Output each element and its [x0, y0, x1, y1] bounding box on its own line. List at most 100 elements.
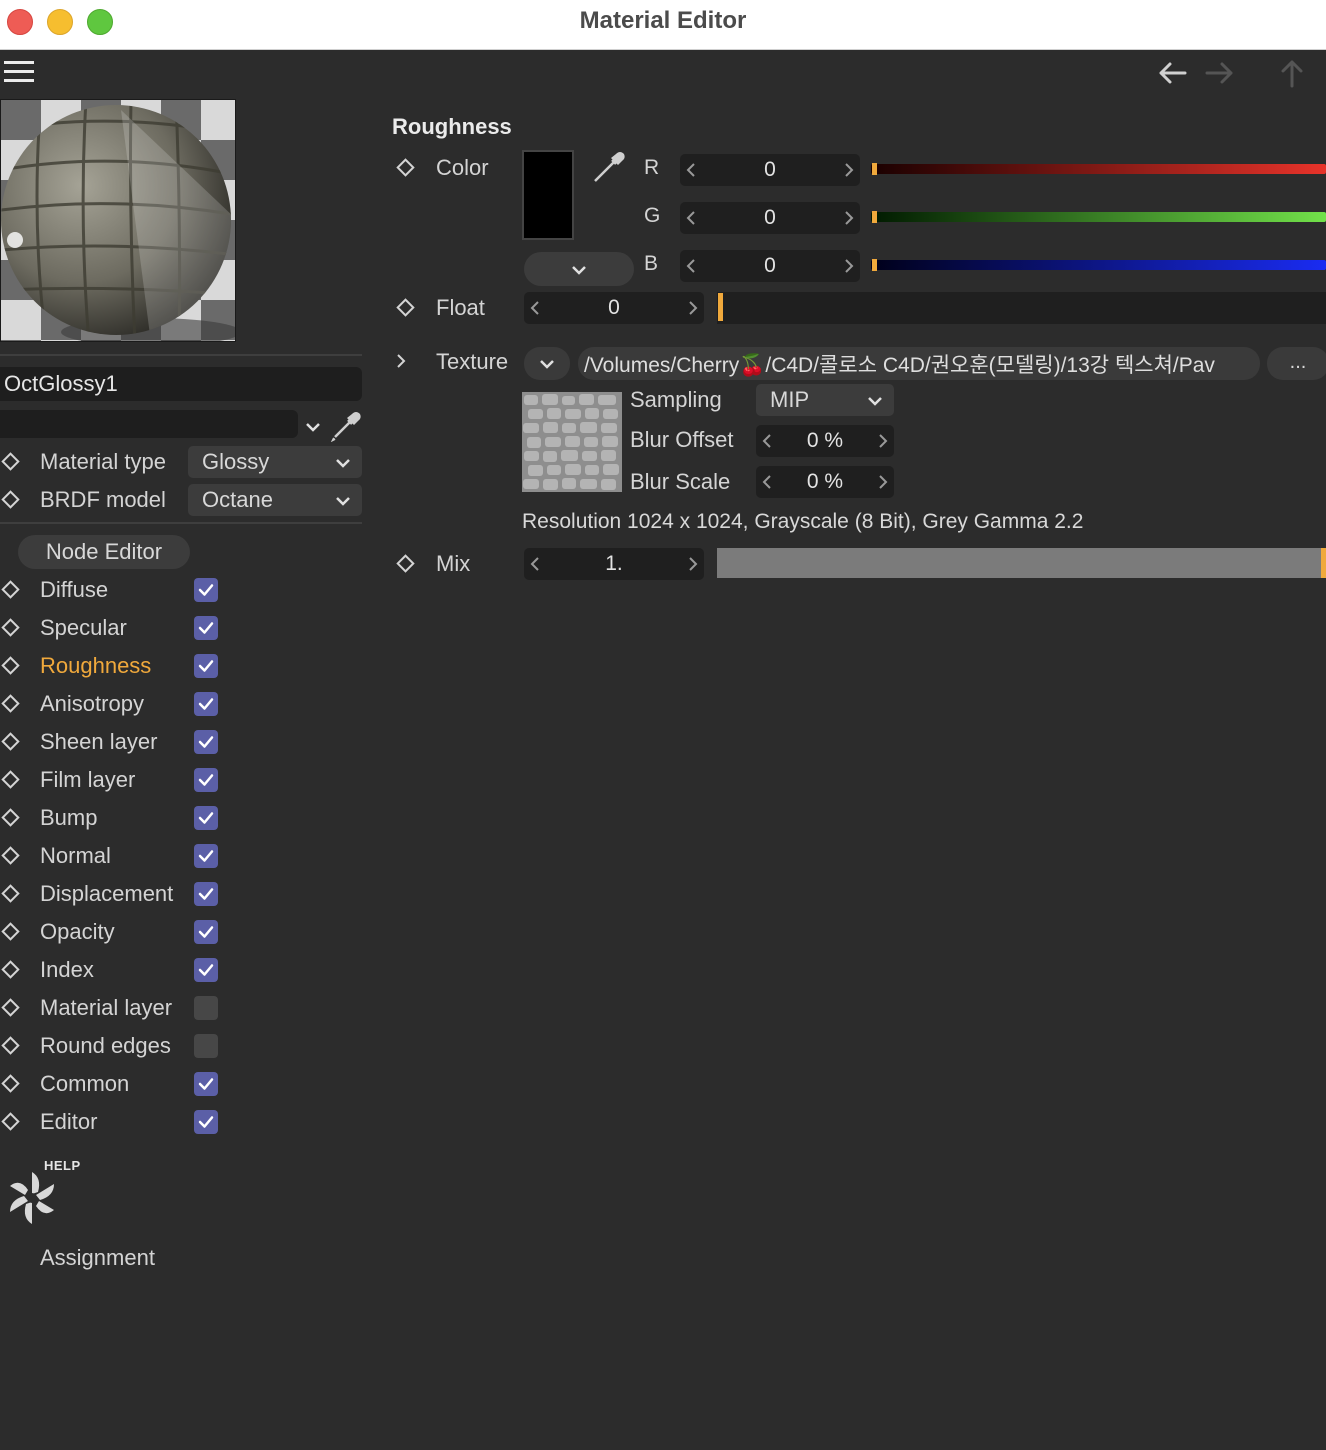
texture-path-field[interactable]: /Volumes/Cherry🍒/C4D/콜로소 C4D/권오훈(모델링)/13… [578, 347, 1260, 380]
channel-item-anisotropy[interactable]: Anisotropy [40, 691, 144, 717]
r-slider-knob[interactable] [872, 163, 877, 175]
channel-checkbox-material-layer[interactable] [194, 996, 218, 1020]
channel-checkbox-index[interactable] [194, 958, 218, 982]
keyframe-diamond-icon[interactable] [396, 554, 415, 573]
chevron-left-icon[interactable] [684, 202, 698, 234]
mix-value-field[interactable]: 1. [524, 548, 704, 580]
channel-item-opacity[interactable]: Opacity [40, 919, 115, 945]
chevron-left-icon[interactable] [760, 466, 774, 498]
chevron-right-icon[interactable] [842, 250, 856, 282]
chevron-right-icon[interactable] [392, 352, 410, 370]
material-preview[interactable] [0, 99, 236, 342]
channel-checkbox-diffuse[interactable] [194, 578, 218, 602]
keyframe-diamond-icon[interactable] [1, 846, 20, 865]
up-arrow-icon[interactable] [1275, 56, 1309, 90]
channel-checkbox-round-edges[interactable] [194, 1034, 218, 1058]
g-value-field[interactable]: 0 [680, 202, 860, 234]
keyframe-diamond-icon[interactable] [1, 1074, 20, 1093]
keyframe-diamond-icon[interactable] [1, 656, 20, 675]
texture-dropdown[interactable] [524, 347, 570, 380]
material-type-dropdown[interactable]: Glossy [188, 446, 362, 478]
chevron-left-icon[interactable] [684, 250, 698, 282]
keyframe-diamond-icon[interactable] [1, 580, 20, 599]
keyframe-diamond-icon[interactable] [1, 770, 20, 789]
keyframe-diamond-icon[interactable] [1, 884, 20, 903]
channel-checkbox-anisotropy[interactable] [194, 692, 218, 716]
chevron-left-icon[interactable] [760, 425, 774, 457]
back-arrow-icon[interactable] [1155, 56, 1189, 90]
channel-checkbox-normal[interactable] [194, 844, 218, 868]
keyframe-diamond-icon[interactable] [1, 808, 20, 827]
channel-item-normal[interactable]: Normal [40, 843, 111, 869]
chevron-right-icon[interactable] [842, 154, 856, 186]
channel-checkbox-roughness[interactable] [194, 654, 218, 678]
keyframe-diamond-icon[interactable] [1, 998, 20, 1017]
channel-item-film-layer[interactable]: Film layer [40, 767, 135, 793]
chevron-right-icon[interactable] [876, 425, 890, 457]
keyframe-diamond-icon[interactable] [396, 298, 415, 317]
help-label[interactable]: HELP [44, 1158, 81, 1173]
channel-item-displacement[interactable]: Displacement [40, 881, 173, 907]
keyframe-diamond-icon[interactable] [1, 732, 20, 751]
channel-item-round-edges[interactable]: Round edges [40, 1033, 171, 1059]
texture-thumbnail[interactable] [522, 392, 622, 492]
chevron-right-icon[interactable] [876, 466, 890, 498]
channel-checkbox-opacity[interactable] [194, 920, 218, 944]
channel-checkbox-sheen-layer[interactable] [194, 730, 218, 754]
channel-checkbox-common[interactable] [194, 1072, 218, 1096]
chevron-down-icon[interactable] [304, 418, 322, 436]
channel-checkbox-specular[interactable] [194, 616, 218, 640]
channel-checkbox-bump[interactable] [194, 806, 218, 830]
node-editor-button[interactable]: Node Editor [18, 535, 190, 569]
channel-checkbox-editor[interactable] [194, 1110, 218, 1134]
color-mode-dropdown[interactable] [524, 252, 634, 286]
float-slider[interactable] [717, 292, 1326, 324]
forward-arrow-icon[interactable] [1203, 56, 1237, 90]
keyframe-diamond-icon[interactable] [1, 618, 20, 637]
channel-item-bump[interactable]: Bump [40, 805, 97, 831]
keyframe-diamond-icon[interactable] [1, 960, 20, 979]
mix-slider-knob[interactable] [1321, 548, 1326, 578]
channel-item-common[interactable]: Common [40, 1071, 129, 1097]
chevron-left-icon[interactable] [528, 292, 542, 324]
assignment-tab[interactable]: Assignment [40, 1245, 155, 1271]
keyframe-diamond-icon[interactable] [1, 490, 20, 509]
keyframe-diamond-icon[interactable] [1, 922, 20, 941]
b-slider[interactable] [871, 260, 1326, 270]
channel-item-roughness[interactable]: Roughness [40, 653, 151, 679]
color-swatch[interactable] [522, 150, 574, 240]
float-value-field[interactable]: 0 [524, 292, 704, 324]
channel-item-sheen-layer[interactable]: Sheen layer [40, 729, 157, 755]
channel-item-specular[interactable]: Specular [40, 615, 127, 641]
chevron-right-icon[interactable] [686, 292, 700, 324]
brdf-model-dropdown[interactable]: Octane [188, 484, 362, 516]
chevron-right-icon[interactable] [842, 202, 856, 234]
keyframe-diamond-icon[interactable] [1, 1112, 20, 1131]
sampling-dropdown[interactable]: MIP [756, 384, 894, 416]
r-slider[interactable] [871, 164, 1326, 174]
chevron-left-icon[interactable] [684, 154, 698, 186]
blur-offset-field[interactable]: 0 % [756, 425, 894, 457]
b-value-field[interactable]: 0 [680, 250, 860, 282]
material-name-field[interactable]: OctGlossy1 [0, 367, 362, 401]
menu-icon[interactable] [4, 61, 34, 83]
keyframe-diamond-icon[interactable] [1, 694, 20, 713]
float-slider-knob[interactable] [718, 293, 723, 321]
chevron-right-icon[interactable] [686, 548, 700, 580]
channel-item-material-layer[interactable]: Material layer [40, 995, 172, 1021]
mix-slider[interactable] [717, 548, 1326, 578]
keyframe-diamond-icon[interactable] [396, 158, 415, 177]
channel-checkbox-displacement[interactable] [194, 882, 218, 906]
g-slider-knob[interactable] [872, 211, 877, 223]
b-slider-knob[interactable] [872, 259, 877, 271]
material-sub-field[interactable] [0, 410, 298, 438]
channel-checkbox-film-layer[interactable] [194, 768, 218, 792]
channel-item-editor[interactable]: Editor [40, 1109, 97, 1135]
keyframe-diamond-icon[interactable] [1, 452, 20, 471]
keyframe-diamond-icon[interactable] [1, 1036, 20, 1055]
chevron-left-icon[interactable] [528, 548, 542, 580]
blur-scale-field[interactable]: 0 % [756, 466, 894, 498]
texture-more-button[interactable]: ... [1267, 347, 1326, 380]
eyedropper-icon[interactable] [330, 408, 364, 442]
channel-item-diffuse[interactable]: Diffuse [40, 577, 108, 603]
